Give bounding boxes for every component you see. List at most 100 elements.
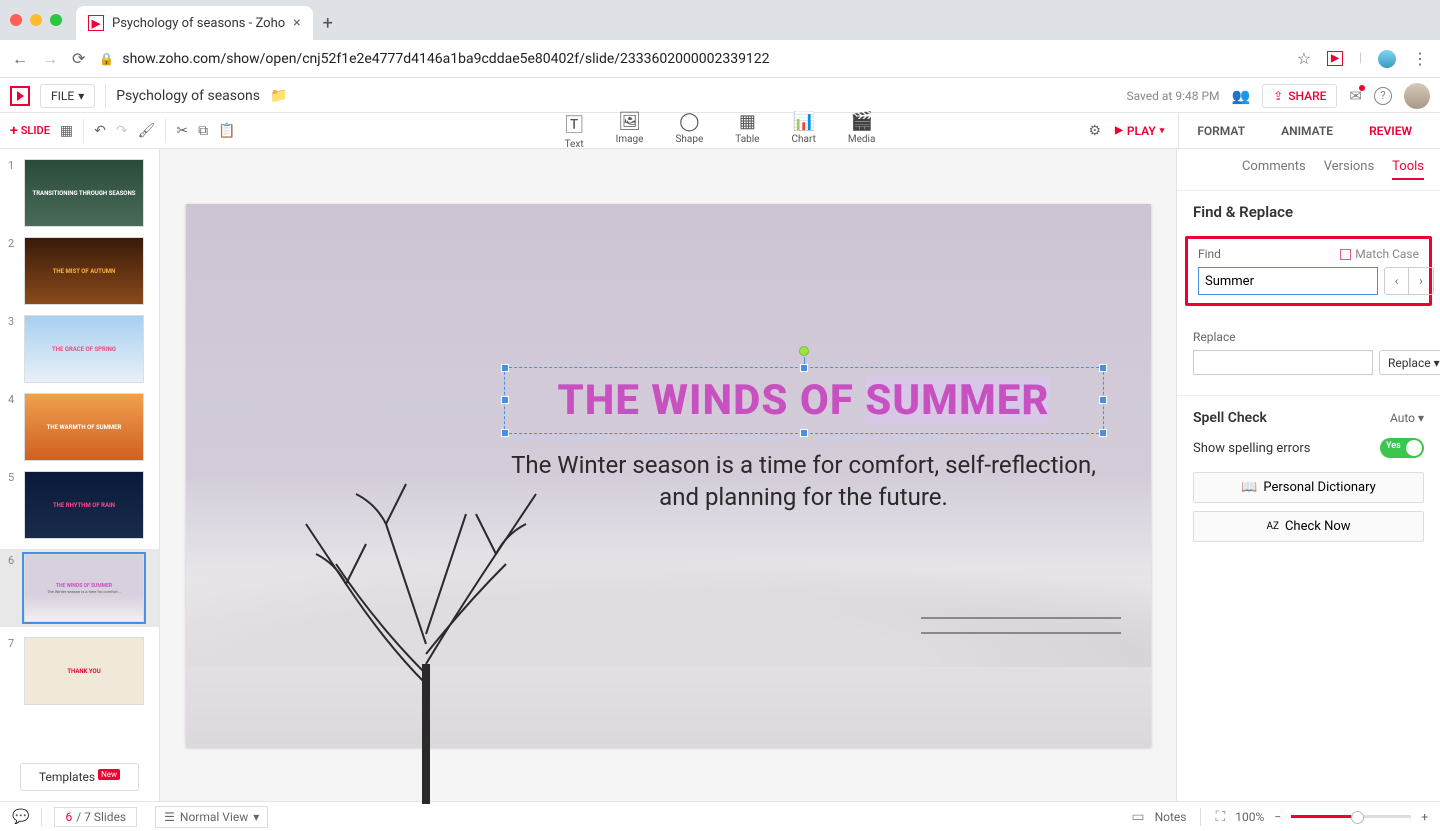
document-title[interactable]: Psychology of seasons <box>116 88 260 104</box>
cut-icon[interactable]: ✂ <box>176 123 188 139</box>
new-badge: New <box>98 769 120 780</box>
back-button[interactable]: ← <box>12 49 28 69</box>
resize-handle[interactable] <box>1099 429 1107 437</box>
canvas-area[interactable]: THE WINDS OF SUMMER The Winter season is… <box>160 149 1176 801</box>
fit-icon[interactable]: ⛶ <box>1215 809 1225 825</box>
tab-animate[interactable]: ANIMATE <box>1263 113 1351 149</box>
zoom-out-button[interactable]: − <box>1274 810 1281 824</box>
app-logo-icon[interactable] <box>10 86 30 106</box>
reload-button[interactable]: ⟳ <box>72 49 85 68</box>
insert-image-button[interactable]: 🖼Image <box>616 111 644 150</box>
play-button[interactable]: PLAY ▾ <box>1115 124 1164 138</box>
insert-media-button[interactable]: 🎬Media <box>848 111 876 150</box>
slide-body-text[interactable]: The Winter season is a time for comfort,… <box>504 449 1104 514</box>
slide-canvas[interactable]: THE WINDS OF SUMMER The Winter season is… <box>186 204 1151 747</box>
check-now-button[interactable]: AZCheck Now <box>1193 511 1424 542</box>
slide-thumbnail-4[interactable]: THE WARMTH OF SUMMER <box>24 393 144 461</box>
replace-input[interactable] <box>1193 350 1373 375</box>
extension-icon[interactable]: ▶ <box>1327 51 1343 66</box>
show-errors-toggle[interactable]: Yes <box>1380 438 1424 458</box>
zoom-in-button[interactable]: + <box>1421 810 1428 824</box>
insert-shape-button[interactable]: ◯Shape <box>675 111 703 150</box>
collaborators-icon[interactable]: 👥 <box>1231 87 1250 105</box>
tab-close-icon[interactable]: × <box>293 15 300 31</box>
user-avatar[interactable] <box>1404 83 1430 109</box>
shape-icon: ◯ <box>679 111 699 132</box>
find-prev-button[interactable]: ‹ <box>1385 268 1409 294</box>
undo-icon[interactable]: ↶ <box>94 123 106 139</box>
chevron-down-icon: ▾ <box>1434 356 1440 370</box>
insert-chart-button[interactable]: 📊Chart <box>792 111 816 150</box>
thumb-title: THANK YOU <box>67 668 100 675</box>
paste-icon[interactable]: 📋 <box>218 123 235 139</box>
find-next-button[interactable]: › <box>1409 268 1433 294</box>
help-icon[interactable]: ? <box>1374 87 1392 105</box>
thumb-number: 5 <box>8 471 18 539</box>
minimize-window-button[interactable] <box>30 14 42 26</box>
text-selection-box[interactable]: THE WINDS OF SUMMER <box>504 367 1104 434</box>
resize-handle[interactable] <box>800 364 808 372</box>
resize-handle[interactable] <box>1099 364 1107 372</box>
notes-label[interactable]: Notes <box>1155 810 1187 824</box>
share-button[interactable]: ⇪ SHARE <box>1262 84 1337 108</box>
main-layout: 1TRANSITIONING THROUGH SEASONS 2THE MIST… <box>0 149 1440 801</box>
chrome-menu-icon[interactable]: ⋮ <box>1412 49 1428 68</box>
format-painter-icon[interactable]: 🖌 <box>138 123 156 139</box>
divider <box>1200 808 1201 826</box>
insert-table-button[interactable]: ▦Table <box>735 111 759 150</box>
bookmark-icon[interactable]: ☆ <box>1297 49 1311 68</box>
insert-text-button[interactable]: 🅃Text <box>565 111 584 150</box>
profile-avatar-icon[interactable] <box>1378 50 1396 68</box>
zoom-slider[interactable] <box>1291 815 1411 818</box>
slide-thumbnail-6[interactable]: THE WINDS OF SUMMERThe Winter season is … <box>24 554 144 622</box>
tab-comments[interactable]: Comments <box>1242 159 1306 180</box>
copy-icon[interactable]: ⧉ <box>198 123 208 139</box>
slide-thumbnail-7[interactable]: THANK YOU <box>24 637 144 705</box>
view-mode-select[interactable]: ☰ Normal View ▾ <box>155 806 268 828</box>
slide-thumbnail-2[interactable]: THE MIST OF AUTUMN <box>24 237 144 305</box>
tab-review[interactable]: REVIEW <box>1351 113 1430 149</box>
browser-tab[interactable]: ▶ Psychology of seasons - Zoho × <box>76 6 313 40</box>
notifications-icon[interactable]: ✉ <box>1349 87 1362 105</box>
notes-icon[interactable]: ▭ <box>1131 809 1144 825</box>
slide-thumbnail-3[interactable]: THE GRACE OF SPRING <box>24 315 144 383</box>
resize-handle[interactable] <box>501 364 509 372</box>
add-slide-button[interactable]: SLIDE <box>10 123 50 139</box>
slide-thumbnail-5[interactable]: THE RHYTHM OF RAIN <box>24 471 144 539</box>
rotation-handle[interactable] <box>799 346 809 356</box>
tab-format[interactable]: FORMAT <box>1179 113 1263 149</box>
url-input[interactable]: 🔒 show.zoho.com/show/open/cnj52f1e2e4777… <box>99 51 1282 67</box>
resize-handle[interactable] <box>501 396 509 404</box>
comments-icon[interactable]: 💬 <box>12 809 29 825</box>
templates-button[interactable]: TemplatesNew <box>20 763 139 791</box>
slide-thumbnail-1[interactable]: TRANSITIONING THROUGH SEASONS <box>24 159 144 227</box>
folder-icon[interactable]: 📁 <box>270 88 287 104</box>
tab-versions[interactable]: Versions <box>1324 159 1374 180</box>
file-menu-button[interactable]: FILE ▾ <box>40 84 95 108</box>
close-window-button[interactable] <box>10 14 22 26</box>
forward-button[interactable]: → <box>42 49 58 69</box>
saved-status: Saved at 9:48 PM <box>1126 89 1219 103</box>
slide-counter[interactable]: 6 / 7 Slides <box>54 807 137 827</box>
address-bar: ← → ⟳ 🔒 show.zoho.com/show/open/cnj52f1e… <box>0 40 1440 78</box>
slide-title-text[interactable]: THE WINDS OF SUMMER <box>505 368 1103 433</box>
thumb-row: 5THE RHYTHM OF RAIN <box>8 471 151 539</box>
match-case-checkbox[interactable]: Match Case <box>1340 247 1419 261</box>
thumb-subtitle: The Winter season is a time for comfort.… <box>47 589 121 594</box>
resize-handle[interactable] <box>501 429 509 437</box>
resize-handle[interactable] <box>1099 396 1107 404</box>
personal-dictionary-button[interactable]: 📖Personal Dictionary <box>1193 472 1424 503</box>
resize-handle[interactable] <box>800 429 808 437</box>
settings-icon[interactable]: ⚙ <box>1089 123 1102 139</box>
layout-icon[interactable]: ▦ <box>60 123 73 139</box>
toggle-text: Yes <box>1386 441 1401 451</box>
tab-tools[interactable]: Tools <box>1392 159 1424 180</box>
replace-button[interactable]: Replace▾ <box>1379 350 1440 375</box>
slide-thumbnail-panel: 1TRANSITIONING THROUGH SEASONS 2THE MIST… <box>0 149 160 801</box>
new-tab-button[interactable]: + <box>323 13 333 34</box>
redo-icon[interactable]: ↷ <box>116 123 128 139</box>
maximize-window-button[interactable] <box>50 14 62 26</box>
zoom-value[interactable]: 100% <box>1235 810 1264 824</box>
find-input[interactable] <box>1198 267 1378 295</box>
spell-auto-select[interactable]: Auto▾ <box>1390 411 1424 425</box>
